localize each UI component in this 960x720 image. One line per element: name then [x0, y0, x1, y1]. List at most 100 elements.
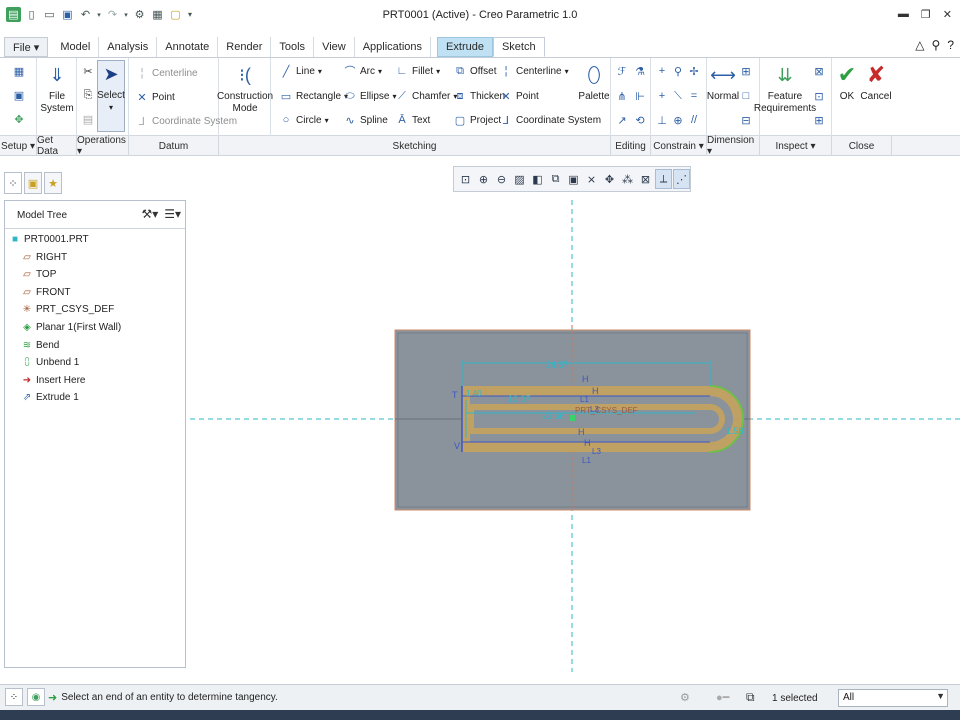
project-tool[interactable]: ▢ Project	[453, 113, 501, 127]
spline-tool[interactable]: ∿ Spline	[343, 113, 387, 127]
vertical-constraint-icon[interactable]: +	[655, 64, 669, 78]
tab-model[interactable]: Model	[52, 37, 100, 57]
sketch-view-icon[interactable]: ✥	[12, 112, 26, 126]
tree-item-right[interactable]: ▱ RIGHT	[21, 251, 67, 263]
coincident-constraint-icon[interactable]: ⊕	[671, 113, 685, 127]
overlapping-geometry-icon[interactable]: ⊠	[812, 64, 826, 78]
constraint-h-top2[interactable]: H	[592, 386, 599, 396]
repaint-icon[interactable]: ▨	[511, 169, 528, 189]
constraint-l3-bottom[interactable]: L3	[592, 447, 601, 456]
select-button[interactable]: ➤ Select ▾	[97, 60, 125, 132]
sketch-setup-icon[interactable]: ▦	[12, 64, 26, 78]
construction-mode-button[interactable]: ⁝( Construction Mode	[217, 62, 273, 115]
constraint-v-left[interactable]: V	[454, 441, 460, 451]
tangent-constraint-icon[interactable]: ⚲	[671, 64, 685, 78]
vertex-display-icon[interactable]: ⋰	[673, 169, 690, 189]
shade-closed-loops-icon[interactable]: ⊞	[812, 113, 826, 127]
chamfer-tool[interactable]: ⟋ Chamfer ▾	[395, 89, 457, 103]
parallel-constraint-icon[interactable]: //	[687, 113, 701, 127]
sketch-view-icon[interactable]: ▣	[565, 169, 582, 189]
reference-icon[interactable]: ▣	[12, 88, 26, 102]
tab-tools[interactable]: Tools	[271, 37, 315, 57]
paste-icon[interactable]: ▤	[81, 112, 95, 126]
group-label-dimension[interactable]: Dimension ▾	[707, 135, 760, 157]
baseline-dimension-icon[interactable]: □	[739, 89, 753, 103]
folder-browser-tab[interactable]: ▣	[24, 172, 42, 194]
rotate-resize-icon[interactable]: ⟲	[633, 113, 647, 127]
find-icon[interactable]: ⧉	[746, 690, 755, 705]
group-label-inspect[interactable]: Inspect ▾	[760, 136, 832, 156]
sketch-csys-tool[interactable]: ⅃ Coordinate System	[499, 113, 601, 127]
group-label-operations[interactable]: Operations ▾	[77, 135, 129, 157]
normal-dimension-button[interactable]: ⟷ Normal	[707, 62, 739, 103]
spin-center-icon[interactable]: ✥	[601, 169, 618, 189]
sketch-centerline-tool[interactable]: ¦ Centerline ▾	[499, 64, 569, 78]
dimension-23-66[interactable]: 23.66	[542, 411, 565, 421]
circle-tool[interactable]: ○ Circle ▾	[279, 113, 329, 127]
arc-tool[interactable]: ⌒ Arc ▾	[343, 64, 383, 79]
group-label-constrain[interactable]: Constrain ▾	[651, 136, 707, 156]
group-label-setup[interactable]: Setup ▾	[0, 136, 37, 156]
model-tree-tab[interactable]: ⁘	[4, 172, 22, 194]
datum-display-icon[interactable]: ⨯	[583, 169, 600, 189]
thicken-tool[interactable]: ⧈ Thicken	[453, 89, 506, 103]
tree-item-insert-here[interactable]: ➜ Insert Here	[21, 374, 86, 386]
tree-item-front[interactable]: ▱ FRONT	[21, 286, 70, 298]
constraint-l3-top[interactable]: L3	[590, 405, 599, 414]
mirror-icon[interactable]: ⋔	[615, 89, 629, 103]
selection-filter-dropdown[interactable]: All ▼	[838, 689, 948, 707]
highlight-open-ends-icon[interactable]: ⊡	[812, 89, 826, 103]
palette-button[interactable]: ⬯ Palette	[577, 62, 611, 103]
tree-item-top[interactable]: ▱ TOP	[21, 268, 56, 280]
ok-button[interactable]: ✔ OK	[834, 62, 860, 103]
cut-icon[interactable]: ✂	[81, 64, 95, 78]
dimension-10-07[interactable]: 10.07	[508, 394, 531, 404]
copy-icon[interactable]: ⎘	[81, 88, 95, 102]
dimension-1-58[interactable]: 1.58	[726, 426, 744, 436]
tab-view[interactable]: View	[314, 37, 355, 57]
horizontal-constraint-icon[interactable]: +	[655, 89, 669, 103]
offset-tool[interactable]: ⧉ Offset	[453, 64, 496, 78]
selected-count[interactable]: 1 selected	[772, 693, 818, 704]
tree-item-planar[interactable]: ◈ Planar 1(First Wall)	[21, 321, 121, 333]
smart-filter-toggle[interactable]: ●━	[716, 691, 729, 704]
tab-file[interactable]: File ▾	[4, 37, 49, 57]
constraint-t-left[interactable]: T	[452, 390, 458, 400]
close-icon[interactable]: ✕	[943, 8, 952, 21]
tab-extrude[interactable]: Extrude	[437, 37, 493, 57]
zoom-out-icon[interactable]: ⊖	[493, 169, 510, 189]
constraint-l1-top[interactable]: L1	[580, 395, 589, 404]
divide-icon[interactable]: ⊩	[633, 89, 647, 103]
modify-icon[interactable]: ℱ	[615, 64, 629, 78]
refit-icon[interactable]: ⊡	[457, 169, 474, 189]
browser-toggle-icon[interactable]: ◉	[27, 688, 45, 706]
constraint-l1-bottom[interactable]: L1	[582, 456, 591, 465]
constraint-h-top[interactable]: H	[582, 374, 589, 384]
tree-item-csys[interactable]: ✳ PRT_CSYS_DEF	[21, 303, 114, 315]
datum-centerline[interactable]: ¦ Centerline	[135, 66, 198, 80]
ellipse-tool[interactable]: ⬭ Ellipse ▾	[343, 89, 396, 103]
tab-applications[interactable]: Applications	[355, 37, 432, 57]
dimension-1-40[interactable]: 1.40	[466, 389, 482, 398]
cancel-button[interactable]: ✘ Cancel	[860, 62, 892, 103]
perimeter-dimension-icon[interactable]: ⊞	[739, 64, 753, 78]
tree-item-extrude[interactable]: ⇗ Extrude 1	[21, 391, 79, 403]
saved-views-icon[interactable]: ⧉	[547, 169, 564, 189]
equal-constraint-icon[interactable]: =	[687, 89, 701, 103]
tree-item-unbend[interactable]: ⩇ Unbend 1	[21, 356, 80, 368]
tree-show-icon[interactable]: ☰▾	[164, 207, 181, 221]
tab-annotate[interactable]: Annotate	[157, 37, 219, 57]
tab-analysis[interactable]: Analysis	[99, 37, 158, 57]
tree-item-part[interactable]: ■ PRT0001.PRT	[9, 233, 89, 245]
search-icon[interactable]: ⚲	[932, 38, 941, 52]
fillet-tool[interactable]: ∟ Fillet ▾	[395, 64, 441, 78]
minimize-ribbon-icon[interactable]: △	[915, 38, 924, 52]
minimize-icon[interactable]: ▬	[898, 8, 909, 21]
tab-sketch[interactable]: Sketch	[492, 37, 545, 57]
perpendicular-constraint-icon[interactable]: ⊥	[655, 113, 669, 127]
text-tool[interactable]: Ā Text	[395, 113, 430, 127]
feature-requirements-button[interactable]: ⇊ Feature Requirements	[754, 62, 816, 115]
symmetric-constraint-icon[interactable]: ✢	[687, 64, 701, 78]
sketch-canvas[interactable]: 24.57 10.07 23.66 1.58 1.40 PRT_CSYS_DEF…	[190, 160, 960, 682]
tree-item-bend[interactable]: ≋ Bend	[21, 339, 60, 351]
